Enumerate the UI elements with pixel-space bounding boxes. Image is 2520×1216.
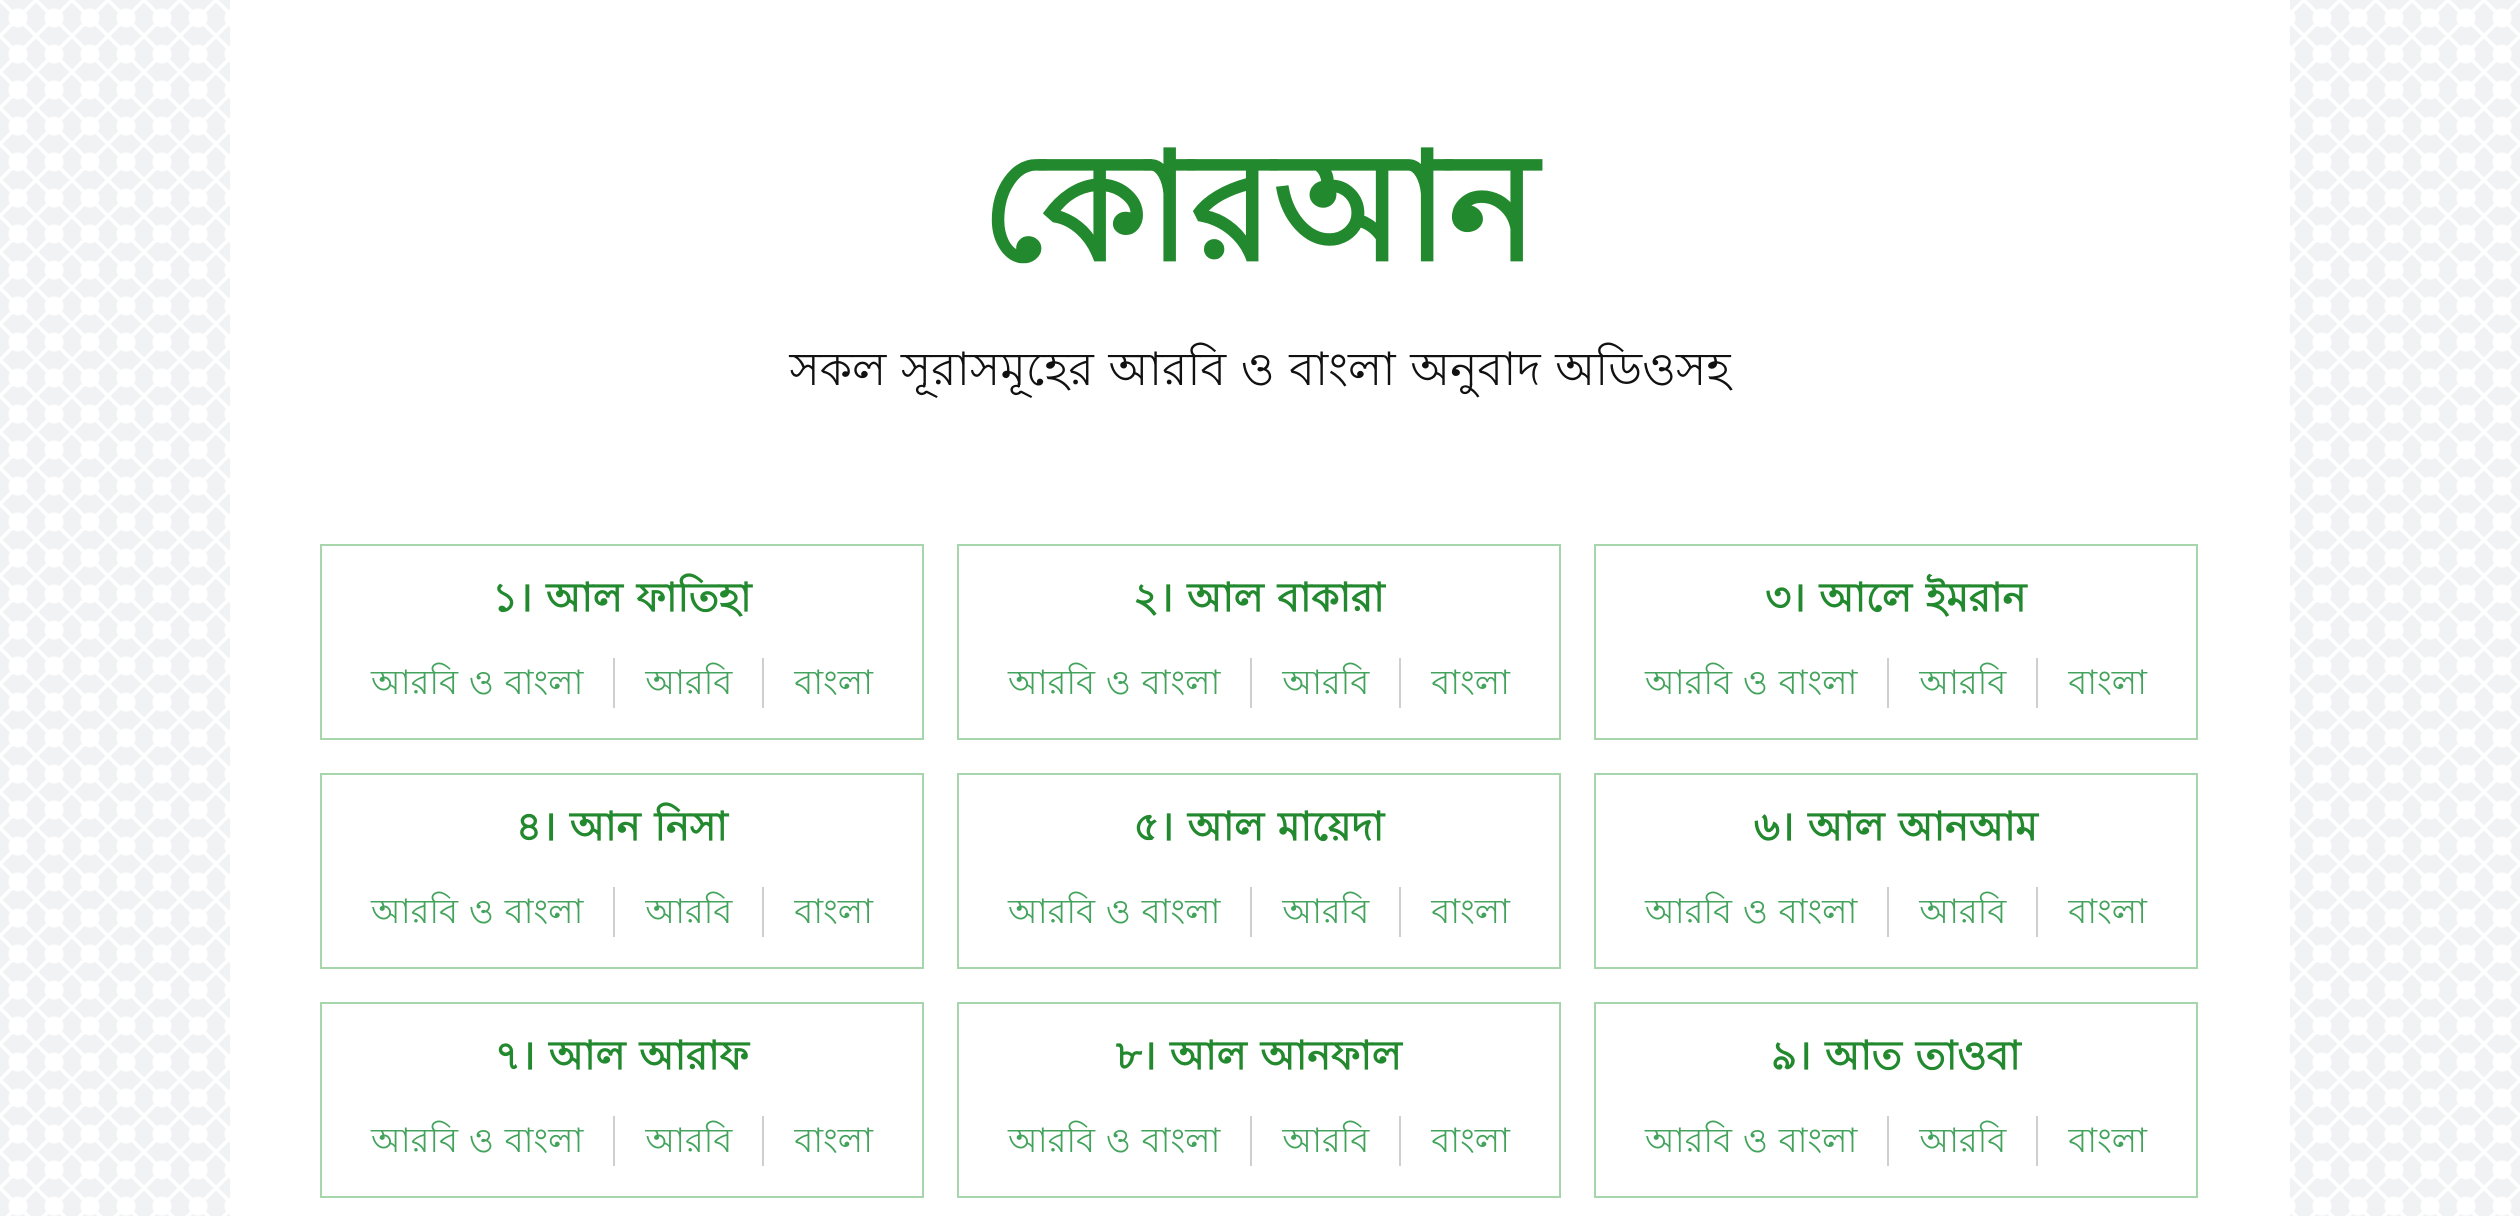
surah-title-link[interactable]: ১। আল ফাতিহা <box>322 568 922 628</box>
bangla-link[interactable]: বাংলা <box>2038 887 2177 937</box>
arabic-link[interactable]: আরবি <box>1252 887 1399 937</box>
bangla-link[interactable]: বাংলা <box>764 658 903 708</box>
surah-card: ৯। আত তাওবা আরবি ও বাংলা আরবি বাংলা <box>1594 1002 2198 1198</box>
surah-card: ১। আল ফাতিহা আরবি ও বাংলা আরবি বাংলা <box>320 544 924 740</box>
surah-links: আরবি ও বাংলা আরবি বাংলা <box>322 887 922 937</box>
surah-links: আরবি ও বাংলা আরবি বাংলা <box>322 658 922 708</box>
surah-title-link[interactable]: ৯। আত তাওবা <box>1596 1026 2196 1086</box>
arabic-link[interactable]: আরবি <box>1252 1116 1399 1166</box>
surah-title-link[interactable]: ৬। আল আনআম <box>1596 797 2196 857</box>
surah-links: আরবি ও বাংলা আরবি বাংলা <box>959 658 1559 708</box>
surah-card: ৭। আল আরাফ আরবি ও বাংলা আরবি বাংলা <box>320 1002 924 1198</box>
surah-title-link[interactable]: ৪। আন নিসা <box>322 797 922 857</box>
page-subtitle: সকল সূরাসমূহের আরবি ও বাংলা অনুবাদ অডিওস… <box>789 342 1731 396</box>
bangla-link[interactable]: বাংলা <box>1401 658 1540 708</box>
bangla-link[interactable]: বাংলা <box>2038 658 2177 708</box>
surah-links: আরবি ও বাংলা আরবি বাংলা <box>1596 887 2196 937</box>
surah-grid: ১। আল ফাতিহা আরবি ও বাংলা আরবি বাংলা ২। … <box>320 544 2198 1198</box>
surah-links: আরবি ও বাংলা আরবি বাংলা <box>322 1116 922 1166</box>
surah-card: ৫। আল মায়েদা আরবি ও বাংলা আরবি বাংলা <box>957 773 1561 969</box>
surah-links: আরবি ও বাংলা আরবি বাংলা <box>959 1116 1559 1166</box>
surah-links: আরবি ও বাংলা আরবি বাংলা <box>1596 1116 2196 1166</box>
arabic-link[interactable]: আরবি <box>1889 887 2036 937</box>
content-panel: কোরআন সকল সূরাসমূহের আরবি ও বাংলা অনুবাদ… <box>230 0 2290 1216</box>
surah-card: ৪। আন নিসা আরবি ও বাংলা আরবি বাংলা <box>320 773 924 969</box>
arabic-bangla-link[interactable]: আরবি ও বাংলা <box>978 1116 1250 1166</box>
arabic-bangla-link[interactable]: আরবি ও বাংলা <box>1615 887 1887 937</box>
arabic-link[interactable]: আরবি <box>1889 658 2036 708</box>
surah-title-link[interactable]: ৩। আলে ইমরান <box>1596 568 2196 628</box>
bangla-link[interactable]: বাংলা <box>764 887 903 937</box>
arabic-bangla-link[interactable]: আরবি ও বাংলা <box>978 887 1250 937</box>
bangla-link[interactable]: বাংলা <box>764 1116 903 1166</box>
arabic-bangla-link[interactable]: আরবি ও বাংলা <box>341 1116 613 1166</box>
arabic-link[interactable]: আরবি <box>615 887 762 937</box>
arabic-link[interactable]: আরবি <box>1252 658 1399 708</box>
page-title: কোরআন <box>981 121 1539 295</box>
bangla-link[interactable]: বাংলা <box>2038 1116 2177 1166</box>
arabic-bangla-link[interactable]: আরবি ও বাংলা <box>1615 1116 1887 1166</box>
arabic-bangla-link[interactable]: আরবি ও বাংলা <box>341 887 613 937</box>
arabic-bangla-link[interactable]: আরবি ও বাংলা <box>341 658 613 708</box>
surah-title-link[interactable]: ২। আল বাকারা <box>959 568 1559 628</box>
surah-title-link[interactable]: ৫। আল মায়েদা <box>959 797 1559 857</box>
arabic-link[interactable]: আরবি <box>615 658 762 708</box>
arabic-link[interactable]: আরবি <box>615 1116 762 1166</box>
surah-card: ৩। আলে ইমরান আরবি ও বাংলা আরবি বাংলা <box>1594 544 2198 740</box>
arabic-bangla-link[interactable]: আরবি ও বাংলা <box>1615 658 1887 708</box>
surah-links: আরবি ও বাংলা আরবি বাংলা <box>1596 658 2196 708</box>
surah-title-link[interactable]: ৮। আল আনফাল <box>959 1026 1559 1086</box>
surah-card: ৮। আল আনফাল আরবি ও বাংলা আরবি বাংলা <box>957 1002 1561 1198</box>
bangla-link[interactable]: বাংলা <box>1401 1116 1540 1166</box>
bangla-link[interactable]: বাংলা <box>1401 887 1540 937</box>
arabic-link[interactable]: আরবি <box>1889 1116 2036 1166</box>
surah-title-link[interactable]: ৭। আল আরাফ <box>322 1026 922 1086</box>
surah-card: ৬। আল আনআম আরবি ও বাংলা আরবি বাংলা <box>1594 773 2198 969</box>
surah-links: আরবি ও বাংলা আরবি বাংলা <box>959 887 1559 937</box>
arabic-bangla-link[interactable]: আরবি ও বাংলা <box>978 658 1250 708</box>
surah-card: ২। আল বাকারা আরবি ও বাংলা আরবি বাংলা <box>957 544 1561 740</box>
